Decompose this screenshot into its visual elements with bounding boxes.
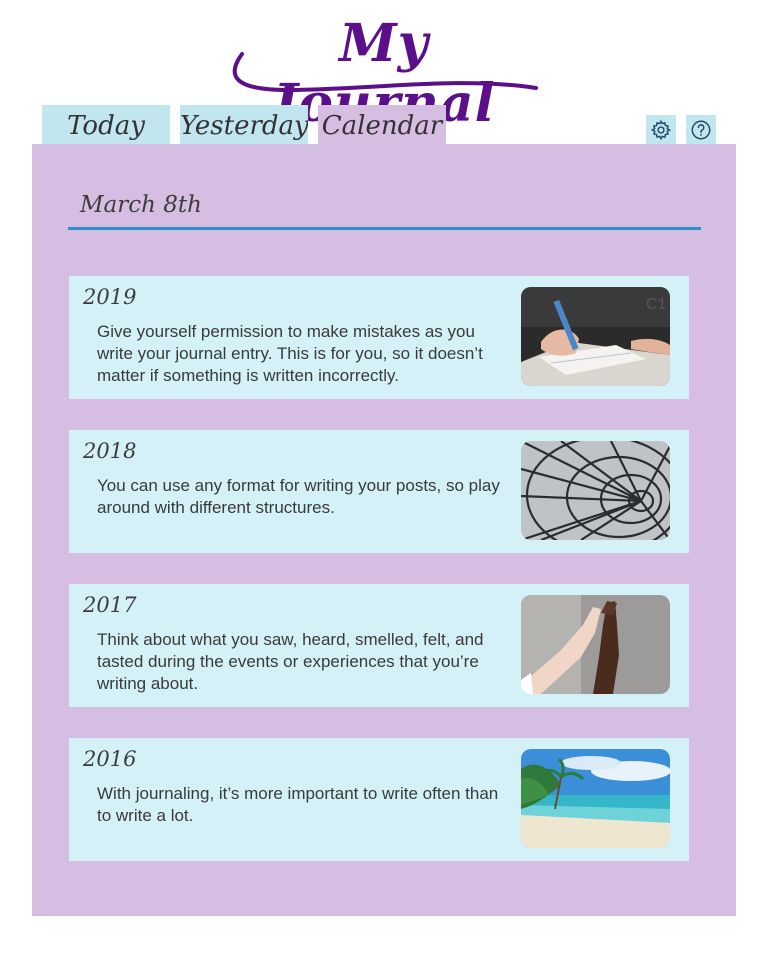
entry-year: 2017 [83, 593, 137, 617]
entry-text: Think about what you saw, heard, smelled… [97, 630, 484, 693]
calendar-date: March 8th [80, 192, 202, 218]
entry-photo-writing: C1 [521, 287, 670, 386]
calendar-panel: March 8th 2019 Give yourself permission … [32, 144, 736, 916]
date-divider [68, 227, 701, 230]
app-title-block: My Journal [228, 12, 540, 134]
help-button[interactable] [686, 115, 716, 144]
gear-icon [650, 119, 672, 140]
entry-photo-high-five [521, 595, 670, 694]
entry-photo-beach [521, 749, 670, 848]
entry-text: Give yourself permission to make mistake… [97, 322, 483, 385]
svg-text:C1: C1 [646, 296, 667, 313]
title-underline-swoosh [232, 52, 538, 93]
journal-entry[interactable]: 2018 You can use any format for writing … [69, 430, 689, 553]
entry-text: You can use any format for writing your … [97, 476, 500, 517]
entry-text: With journaling, it’s more important to … [97, 784, 499, 825]
settings-button[interactable] [646, 115, 676, 144]
journal-entry[interactable]: 2016 With journaling, it’s more importan… [69, 738, 689, 861]
journal-entry[interactable]: 2019 Give yourself permission to make mi… [69, 276, 689, 399]
entry-year: 2016 [83, 747, 137, 771]
tab-yesterday-label: Yesterday [180, 111, 308, 141]
entry-year: 2018 [83, 439, 137, 463]
journal-entry[interactable]: 2017 Think about what you saw, heard, sm… [69, 584, 689, 707]
tab-calendar[interactable]: Calendar [318, 105, 446, 144]
question-icon [691, 120, 711, 139]
entry-year: 2019 [83, 285, 137, 309]
tab-yesterday[interactable]: Yesterday [180, 105, 308, 144]
entry-photo-dome [521, 441, 670, 540]
tab-today-label: Today [67, 111, 145, 141]
tab-today[interactable]: Today [42, 105, 170, 144]
tab-calendar-label: Calendar [321, 111, 443, 141]
